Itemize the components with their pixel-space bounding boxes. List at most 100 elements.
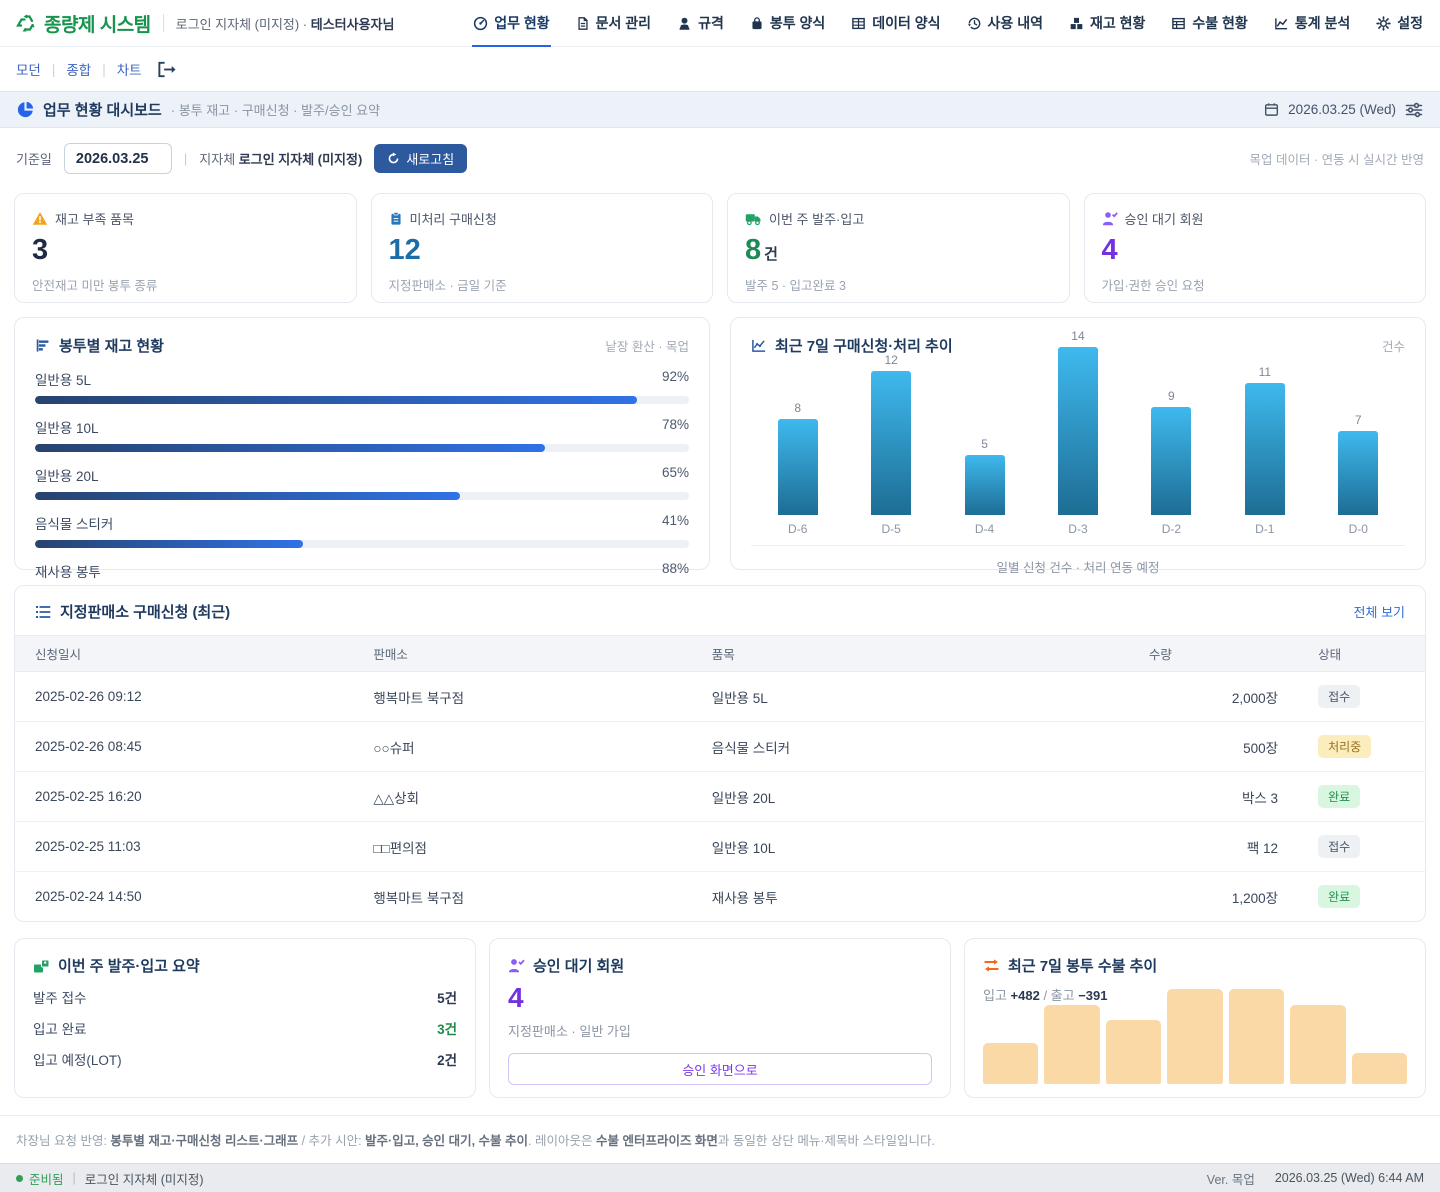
table-row[interactable]: 2025-02-25 16:20△△상회일반용 20L박스 3완료 <box>15 772 1425 822</box>
kpi-card-low-stock: 재고 부족 품목 3 안전재고 미만 봉투 종류 <box>14 193 357 303</box>
inventory-pct: 92% <box>662 369 689 389</box>
x-axis-label: D-5 <box>881 522 900 536</box>
nav-label: 사용 내역 <box>988 13 1043 33</box>
chart-bar <box>778 419 818 515</box>
divider: | <box>102 62 106 77</box>
kpi-sub: 지정판매소 · 금일 기준 <box>389 275 696 294</box>
kpi-value: 8건 <box>745 235 1052 267</box>
table-row[interactable]: 2025-02-25 11:03□□편의점일반용 10L팩 12접수 <box>15 822 1425 872</box>
x-axis-label: D-4 <box>975 522 994 536</box>
kpi-card-orders-inbound: 이번 주 발주·입고 8건 발주 5 · 입고완료 3 <box>727 193 1070 303</box>
nav-item-stock-status[interactable]: 재고 현황 <box>1068 0 1146 47</box>
chart-column: 12D-5 <box>846 353 936 545</box>
grid-icon <box>851 16 866 31</box>
view-all-link[interactable]: 전체 보기 <box>1354 602 1405 621</box>
nav-item-data-forms[interactable]: 데이터 양식 <box>850 0 941 47</box>
chart-caption: 일별 신청 건수 · 처리 연동 예정 <box>751 557 1405 576</box>
base-date-label: 기준일 <box>16 149 52 168</box>
status-badge: 접수 <box>1318 835 1360 858</box>
nav-item-specs[interactable]: 규격 <box>676 0 725 47</box>
inventory-bar <box>35 492 460 500</box>
table-row[interactable]: 2025-02-26 08:45○○슈퍼음식물 스티커500장처리중 <box>15 722 1425 772</box>
x-axis-label: D-1 <box>1255 522 1274 536</box>
hbar-chart-icon <box>35 338 51 353</box>
refresh-button[interactable]: 새로고침 <box>374 144 467 173</box>
nav-item-statistics[interactable]: 통계 분석 <box>1273 0 1351 47</box>
sliders-icon[interactable] <box>1405 102 1423 118</box>
nav-label: 재고 현황 <box>1090 13 1145 33</box>
nav-item-work-status[interactable]: 업무 현황 <box>472 0 550 47</box>
mock-data-note: 목업 데이터 · 연동 시 실시간 반영 <box>1249 149 1424 168</box>
nav-item-ledger[interactable]: 수불 현황 <box>1170 0 1248 47</box>
table-title: 지정판매소 구매신청 (최근) <box>60 601 230 622</box>
chart-column: 7D-0 <box>1313 413 1403 545</box>
ready-status: 준비됨 <box>16 1169 64 1188</box>
table-row[interactable]: 2025-02-24 14:50행복마트 북구점재사용 봉투1,200장완료 <box>15 872 1425 922</box>
inventory-pct: 65% <box>662 465 689 485</box>
purchase-request-table-card: 지정판매소 구매신청 (최근) 전체 보기 신청일시 판매소 품목 수량 상태 … <box>14 585 1426 922</box>
base-date-input[interactable] <box>64 143 172 174</box>
table-row[interactable]: 2025-02-26 09:12행복마트 북구점일반용 5L2,000장접수 <box>15 672 1425 722</box>
inventory-pct: 78% <box>662 417 689 437</box>
status-badge: 완료 <box>1318 785 1360 808</box>
bar-value-label: 11 <box>1259 365 1271 379</box>
view-link-modern[interactable]: 모던 <box>16 59 41 79</box>
flow-bar <box>1167 989 1222 1084</box>
green-boxes-icon <box>33 958 50 974</box>
statusbar-muni: 로그인 지자체 (미지정) <box>85 1169 204 1188</box>
view-switch-bar: 모던 | 종합 | 차트 <box>0 47 1440 91</box>
nav-item-documents[interactable]: 문서 관리 <box>575 0 652 47</box>
titlebar-date: 2026.03.25 (Wed) <box>1288 102 1396 117</box>
flow-bar <box>983 1043 1038 1084</box>
nav-label: 통계 분석 <box>1295 13 1350 33</box>
truck-icon <box>745 212 762 226</box>
ledger-icon <box>1171 16 1186 31</box>
kpi-title: 승인 대기 회원 <box>1125 209 1204 228</box>
kpi-value: 12 <box>389 235 696 267</box>
view-link-combined[interactable]: 종합 <box>66 59 91 79</box>
nav-label: 수불 현황 <box>1192 13 1247 33</box>
purchase-request-table: 신청일시 판매소 품목 수량 상태 2025-02-26 09:12행복마트 북… <box>15 635 1425 921</box>
chart-column: 14 D-3 <box>1033 329 1123 545</box>
inventory-row: 일반용 5L 92% <box>35 369 689 404</box>
flow-bar <box>1352 1053 1407 1084</box>
nav-item-settings[interactable]: 설정 <box>1375 0 1424 47</box>
chart-column: 11 D-1 <box>1220 365 1310 545</box>
calendar-icon <box>1264 102 1279 117</box>
view-link-chart[interactable]: 차트 <box>117 59 142 79</box>
bag-icon <box>750 16 764 31</box>
col-header-store: 판매소 <box>353 636 691 672</box>
nav-label: 업무 현황 <box>494 13 549 33</box>
refresh-icon <box>387 152 400 165</box>
nav-item-envelope-forms[interactable]: 봉투 양식 <box>749 0 826 47</box>
inventory-note: 낱장 환산 · 목업 <box>605 336 689 355</box>
approval-title: 승인 대기 회원 <box>533 955 624 976</box>
nav-label: 설정 <box>1397 13 1423 33</box>
flow-mini-bars <box>983 989 1407 1084</box>
logout-icon[interactable] <box>157 61 176 78</box>
summary-row: 발주 접수5건 <box>33 987 457 1007</box>
flow-bar <box>1229 989 1284 1084</box>
inventory-bar <box>35 540 303 548</box>
chart-bar <box>1058 347 1098 515</box>
x-axis-label: D-3 <box>1068 522 1087 536</box>
divider: | <box>184 151 187 166</box>
go-approval-button[interactable]: 승인 화면으로 <box>508 1053 932 1085</box>
municipality-label: 지자체 로그인 지자체 (미지정) <box>199 149 362 168</box>
inventory-label: 일반용 5L <box>35 369 91 389</box>
filter-bar: 기준일 | 지자체 로그인 지자체 (미지정) 새로고침 목업 데이터 · 연동… <box>0 128 1440 185</box>
clipboard-icon <box>389 211 403 226</box>
kpi-card-pending-requests: 미처리 구매신청 12 지정판매소 · 금일 기준 <box>371 193 714 303</box>
approval-count: 4 <box>508 984 932 1012</box>
bottom-card-row: 이번 주 발주·입고 요약 발주 접수5건 입고 완료3건 입고 예정(LOT)… <box>0 922 1440 1098</box>
panel-row: 봉투별 재고 현황 낱장 환산 · 목업 일반용 5L92% 일반용 10L78… <box>0 303 1440 570</box>
flow-title: 최근 7일 봉투 수불 추이 <box>1008 955 1157 976</box>
gauge-icon <box>473 16 488 31</box>
status-badge: 완료 <box>1318 885 1360 908</box>
bar-value-label: 14 <box>1071 329 1084 343</box>
nav-item-usage-history[interactable]: 사용 내역 <box>966 0 1044 47</box>
chart-column: 9D-2 <box>1126 389 1216 545</box>
app-title: 종량제 시스템 <box>44 10 151 37</box>
kpi-card-pending-members: 승인 대기 회원 4 가입·권한 승인 요청 <box>1084 193 1427 303</box>
inventory-label: 재사용 봉투 <box>35 561 101 581</box>
